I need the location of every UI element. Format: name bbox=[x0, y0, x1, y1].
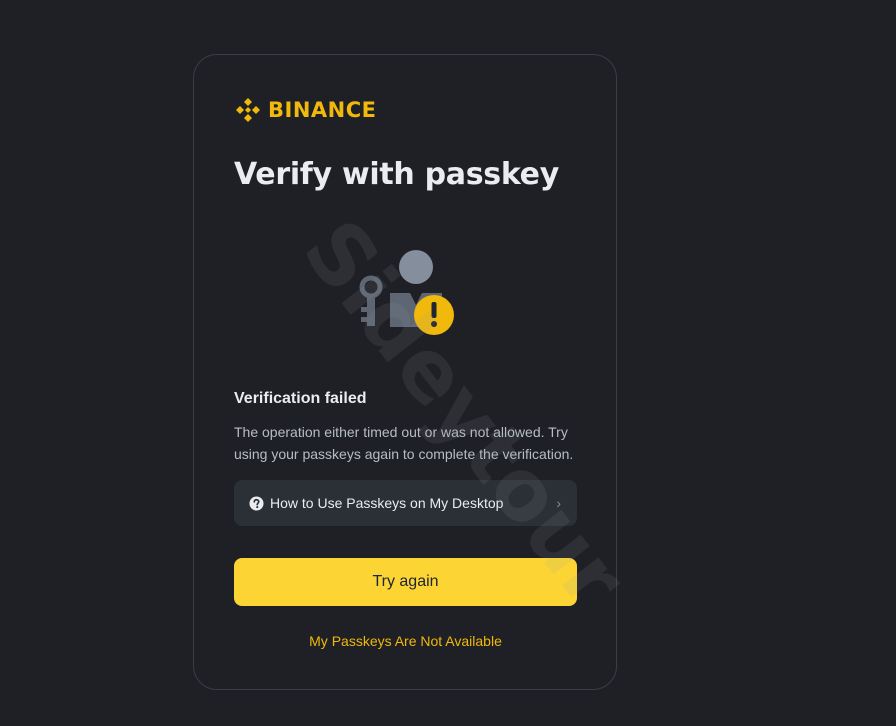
question-circle-icon bbox=[248, 495, 264, 511]
brand-logo: BINANCE bbox=[234, 95, 376, 125]
passkeys-not-available-link[interactable]: My Passkeys Are Not Available bbox=[234, 633, 577, 649]
passkey-help-link[interactable]: How to Use Passkeys on My Desktop › bbox=[234, 480, 577, 526]
binance-diamond-icon bbox=[236, 98, 260, 122]
page-title: Verify with passkey bbox=[234, 157, 559, 192]
brand-name: BINANCE bbox=[268, 98, 377, 122]
help-link-label: How to Use Passkeys on My Desktop bbox=[270, 495, 504, 511]
passkey-warning-icon bbox=[359, 250, 454, 335]
try-again-button[interactable]: Try again bbox=[234, 558, 577, 606]
verify-passkey-card: BINANCE Verify with passkey Verification… bbox=[193, 54, 617, 690]
status-message: The operation either timed out or was no… bbox=[234, 424, 574, 462]
passkey-illustration bbox=[354, 245, 464, 345]
chevron-right-icon: › bbox=[556, 495, 561, 511]
status-title: Verification failed bbox=[234, 390, 367, 407]
